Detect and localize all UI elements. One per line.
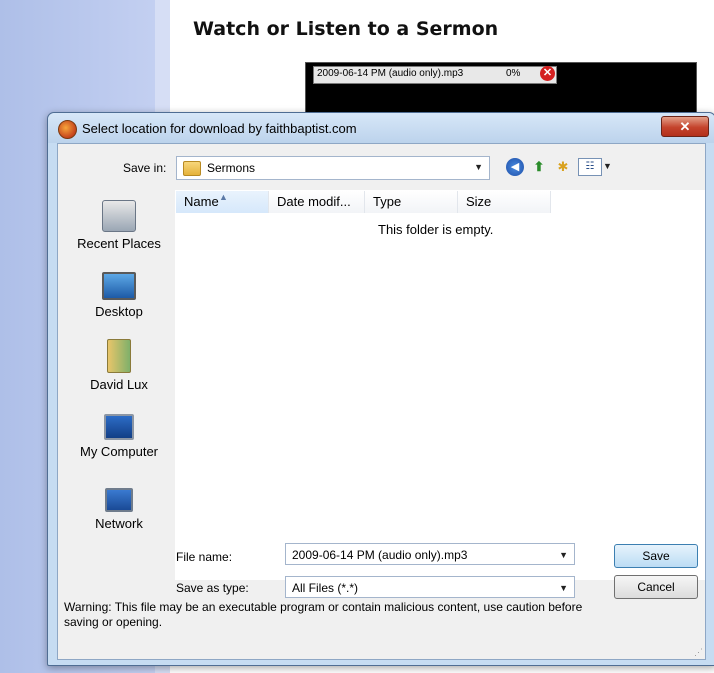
download-filename: 2009-06-14 PM (audio only).mp3 <box>317 68 464 79</box>
save-dialog: Select location for download by faithbap… <box>47 112 714 666</box>
close-button[interactable]: ✕ <box>661 116 709 137</box>
network-icon <box>105 488 133 512</box>
sort-ascending-icon: ▲ <box>219 192 228 202</box>
up-folder-icon[interactable]: ⬆ <box>530 158 548 176</box>
place-label: Desktop <box>95 304 143 319</box>
save-type-select[interactable]: All Files (*.*) ▼ <box>285 576 575 598</box>
views-menu-icon[interactable]: ☷ <box>578 158 602 176</box>
column-header-size[interactable]: Size <box>458 191 551 213</box>
back-icon[interactable]: ◀ <box>506 158 524 176</box>
cancel-download-icon[interactable]: ✕ <box>540 66 555 81</box>
firefox-icon <box>58 120 77 139</box>
place-desktop[interactable]: Desktop <box>66 272 172 319</box>
user-folder-icon <box>107 339 131 373</box>
place-label: Recent Places <box>77 236 161 251</box>
place-label: My Computer <box>79 444 159 459</box>
save-type-label: Save as type: <box>176 581 249 595</box>
resize-grip-icon[interactable]: ⋰ <box>694 647 703 658</box>
save-in-label: Save in: <box>123 161 167 175</box>
column-header-name[interactable]: Name ▲ <box>176 191 269 213</box>
cancel-button[interactable]: Cancel <box>614 575 698 599</box>
place-label: David Lux <box>90 377 148 392</box>
empty-folder-message: This folder is empty. <box>378 222 494 237</box>
column-header-type[interactable]: Type <box>365 191 458 213</box>
place-user[interactable]: David Lux <box>66 339 172 392</box>
dialog-title: Select location for download by faithbap… <box>82 121 357 136</box>
download-status-chip: 2009-06-14 PM (audio only).mp3 0% ✕ <box>313 66 557 84</box>
place-label: Network <box>95 516 143 531</box>
desktop-icon <box>102 272 136 300</box>
views-chevron-down-icon[interactable]: ▼ <box>603 161 612 171</box>
save-type-value: All Files (*.*) <box>292 581 359 595</box>
file-name-label: File name: <box>176 550 233 564</box>
dialog-titlebar[interactable]: Select location for download by faithbap… <box>48 113 714 143</box>
chevron-down-icon: ▼ <box>474 162 483 172</box>
save-in-dropdown[interactable]: Sermons ▼ <box>176 156 490 180</box>
security-warning: Warning: This file may be an executable … <box>64 600 583 629</box>
download-percent: 0% <box>506 68 521 79</box>
folder-icon <box>183 161 201 176</box>
save-button[interactable]: Save <box>614 544 698 568</box>
place-network[interactable]: Network <box>66 488 172 531</box>
file-list[interactable]: Name ▲ Date modif... Type Size This fold… <box>175 190 705 580</box>
page-title: Watch or Listen to a Sermon <box>193 18 499 40</box>
places-bar: Recent Places Desktop David Lux My Compu… <box>66 186 172 566</box>
dialog-client-area: Save in: Sermons ▼ ◀ ⬆ ✱ ☷ ▼ Recent Plac… <box>57 143 706 660</box>
computer-icon <box>104 414 134 440</box>
place-my-computer[interactable]: My Computer <box>66 414 172 459</box>
file-name-value: 2009-06-14 PM (audio only).mp3 <box>292 548 468 562</box>
column-header-date[interactable]: Date modif... <box>269 191 365 213</box>
column-label: Name <box>184 194 219 209</box>
new-folder-icon[interactable]: ✱ <box>554 158 572 176</box>
chevron-down-icon[interactable]: ▼ <box>559 544 568 566</box>
file-name-combo[interactable]: 2009-06-14 PM (audio only).mp3 ▼ <box>285 543 575 565</box>
chevron-down-icon[interactable]: ▼ <box>559 577 568 599</box>
save-in-value: Sermons <box>207 161 256 175</box>
recent-places-icon <box>102 200 136 232</box>
place-recent-places[interactable]: Recent Places <box>66 200 172 251</box>
